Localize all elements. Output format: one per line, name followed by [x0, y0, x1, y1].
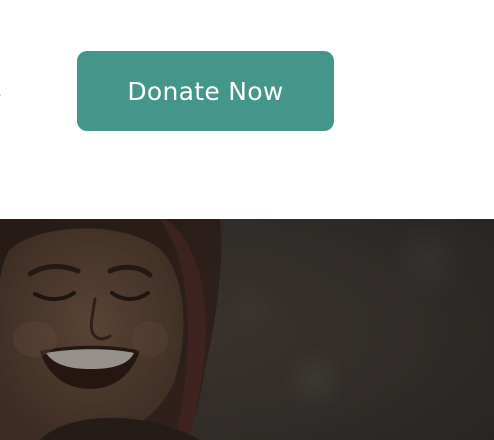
- donate-now-button[interactable]: Donate Now: [77, 51, 334, 131]
- hero-banner: [0, 219, 494, 440]
- nav-link-fragment[interactable]: s: [0, 75, 2, 107]
- site-header: s Donate Now: [0, 0, 494, 219]
- hero-photo: [0, 219, 494, 440]
- page: s Donate Now: [0, 0, 494, 440]
